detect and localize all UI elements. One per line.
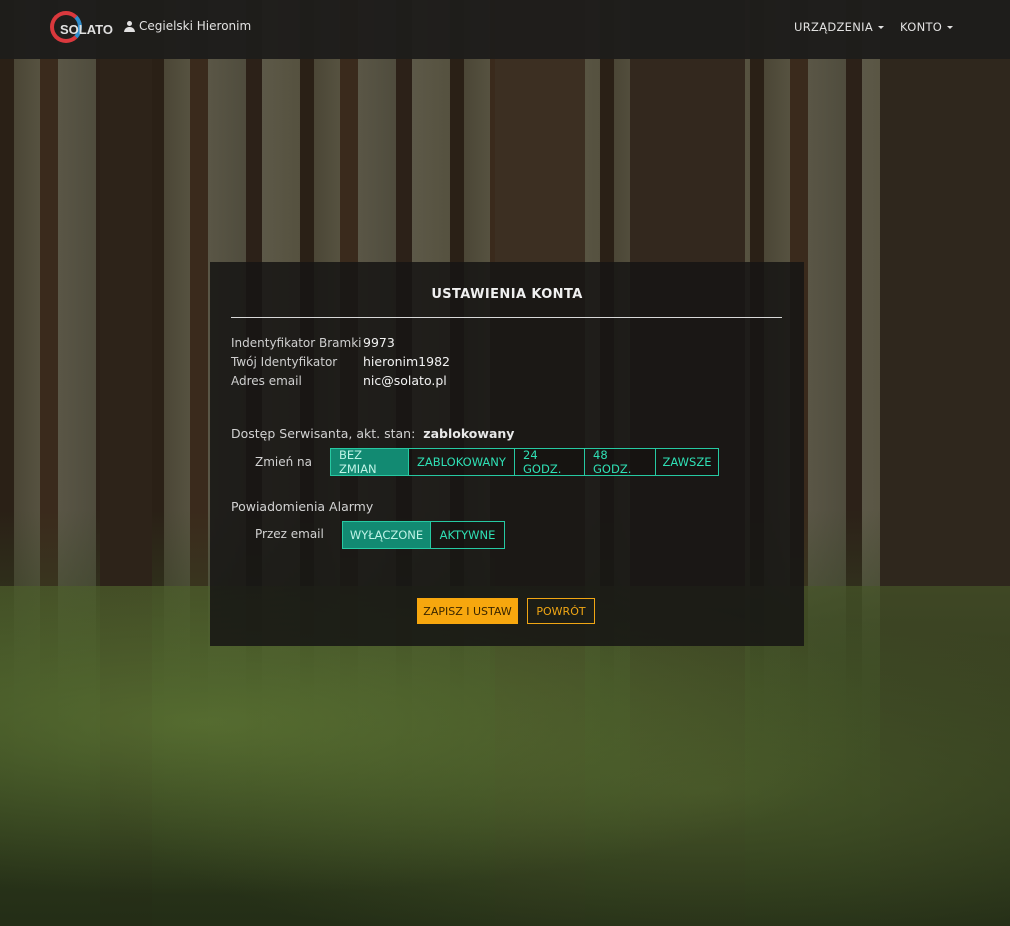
by-email-label: Przez email [255,527,324,541]
account-settings-panel: USTAWIENIA KONTA Indentyfikator Bramki 9… [210,262,804,646]
menu-account[interactable]: KONTO [900,20,954,34]
change-to-label: Zmień na [255,455,313,469]
back-button[interactable]: POWRÓT [527,598,595,624]
option-no-change[interactable]: BEZ ZMIAN [330,448,409,476]
menu-devices-label: URZĄDZENIA [794,20,874,34]
user-id-label: Twój Identyfikator [231,355,338,369]
logo-text: SOLATO [60,22,113,37]
gateway-id-value: 9973 [363,335,395,350]
user-menu[interactable]: Cegielski Hieronim [124,19,251,33]
caret-down-icon [947,25,954,29]
top-navbar: SOLATO Cegielski Hieronim URZĄDZENIA KON… [0,0,1010,59]
option-active[interactable]: AKTYWNE [430,521,505,549]
user-icon [124,20,135,32]
menu-account-label: KONTO [900,20,943,34]
email-label: Adres email [231,374,302,388]
caret-down-icon [878,25,885,29]
option-24h[interactable]: 24 GODZ. [514,448,585,476]
option-blocked[interactable]: ZABLOKOWANY [408,448,515,476]
solato-logo[interactable]: SOLATO [50,11,113,47]
option-always[interactable]: ZAWSZE [655,448,719,476]
save-button[interactable]: ZAPISZ I USTAW [417,598,518,624]
title-divider [231,317,782,318]
service-access-label: Dostęp Serwisanta, akt. stan: [231,426,416,441]
user-name: Cegielski Hieronim [139,19,252,33]
alarm-email-options: WYŁĄCZONE AKTYWNE [342,521,505,549]
service-access-heading: Dostęp Serwisanta, akt. stan: zablokowan… [231,426,514,441]
user-id-value: hieronim1982 [363,354,450,369]
menu-devices[interactable]: URZĄDZENIA [794,20,885,34]
service-access-state: zablokowany [423,426,515,441]
gateway-id-label: Indentyfikator Bramki [231,336,362,350]
alarm-notifications-heading: Powiadomienia Alarmy [231,499,374,514]
option-48h[interactable]: 48 GODZ. [584,448,656,476]
service-access-options: BEZ ZMIAN ZABLOKOWANY 24 GODZ. 48 GODZ. … [330,448,719,476]
option-disabled[interactable]: WYŁĄCZONE [342,521,431,549]
email-value: nic@solato.pl [363,373,447,388]
panel-title: USTAWIENIA KONTA [431,287,583,302]
